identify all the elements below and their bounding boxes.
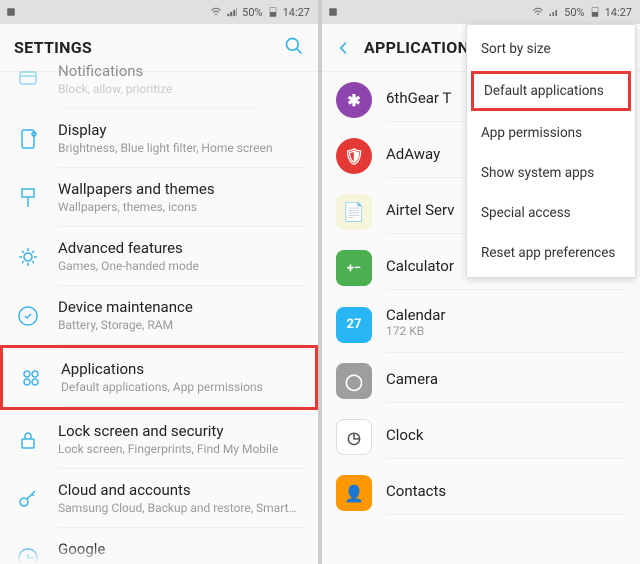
clock-text: 14:27 <box>605 6 632 19</box>
app-name: Calendar <box>386 306 626 324</box>
wifi-icon <box>210 6 222 18</box>
settings-row-wallpapers[interactable]: Wallpapers and themes Wallpapers, themes,… <box>0 168 318 227</box>
status-bar: 50% 14:27 <box>322 0 640 24</box>
menu-sort-by-size[interactable]: Sort by size <box>467 29 635 69</box>
lock-icon <box>16 428 40 452</box>
app-row-clock[interactable]: ◷ Clock <box>322 409 640 465</box>
menu-show-system-apps[interactable]: Show system apps <box>467 153 635 193</box>
app-icon: +− <box>336 250 372 286</box>
settings-row-advanced[interactable]: Advanced features Games, One-handed mode <box>0 227 318 286</box>
app-row-contacts[interactable]: 👤 Contacts <box>322 465 640 521</box>
row-sub: Brightness, Blue light filter, Home scre… <box>58 141 304 155</box>
row-sub: Battery, Storage, RAM <box>58 318 304 332</box>
app-name: Camera <box>386 370 626 388</box>
battery-text: 50% <box>242 6 262 19</box>
signal-icon <box>548 6 560 18</box>
row-sub: Games, One-handed mode <box>58 259 304 273</box>
settings-screen: 50% 14:27 SETTINGS NotificationsBlock, a… <box>0 0 318 564</box>
row-sub: Samsung Cloud, Backup and restore, Smart… <box>58 501 304 515</box>
battery-text: 50% <box>564 6 584 19</box>
row-title: Display <box>58 121 304 139</box>
settings-row-maintenance[interactable]: Device maintenance Battery, Storage, RAM <box>0 286 318 345</box>
applications-screen: 50% 14:27 APPLICATIONS ✱ 6thGear T 🛡 AdA… <box>322 0 640 564</box>
row-title: Cloud and accounts <box>58 481 304 499</box>
battery-icon <box>267 6 279 18</box>
app-icon: 👤 <box>336 475 372 511</box>
row-sub: Block, allow, prioritize <box>58 82 304 96</box>
settings-list[interactable]: Notifications Block, allow, prioritize Di… <box>0 50 318 564</box>
clock-text: 14:27 <box>283 6 310 19</box>
download-icon <box>341 7 351 17</box>
app-icon: ✱ <box>336 82 372 118</box>
apps-icon <box>19 366 43 390</box>
back-button[interactable] <box>336 40 352 56</box>
row-title: Wallpapers and themes <box>58 180 304 198</box>
app-icon: ◯ <box>336 363 372 399</box>
menu-default-applications[interactable]: Default applications <box>471 71 631 111</box>
app-row-calendar[interactable]: 27 Calendar172 KB <box>322 296 640 353</box>
row-title: Lock screen and security <box>58 422 304 440</box>
app-name: Clock <box>386 426 626 444</box>
advanced-icon <box>16 245 40 269</box>
row-sub: Default applications, App permissions <box>61 380 301 394</box>
display-icon <box>16 127 40 151</box>
overflow-menu: Sort by size Default applications App pe… <box>466 24 636 278</box>
settings-row-cloud[interactable]: Cloud and accounts Samsung Cloud, Backup … <box>0 469 318 528</box>
picture-icon <box>6 7 16 17</box>
app-name: Contacts <box>386 482 626 500</box>
chevron-left-icon <box>336 40 352 56</box>
settings-row-google[interactable]: Google Google settings <box>0 528 318 564</box>
settings-row-notifications[interactable]: Notifications Block, allow, prioritize <box>0 50 318 109</box>
menu-special-access[interactable]: Special access <box>467 193 635 233</box>
picture-icon <box>328 7 338 17</box>
settings-row-lockscreen[interactable]: Lock screen and security Lock screen, Fin… <box>0 410 318 469</box>
row-title: Applications <box>61 360 301 378</box>
google-icon <box>16 546 40 564</box>
row-sub: Wallpapers, themes, icons <box>58 200 304 214</box>
row-title: Notifications <box>58 62 304 80</box>
app-sub: 172 KB <box>386 324 626 338</box>
paintbrush-icon <box>16 186 40 210</box>
row-title: Device maintenance <box>58 298 304 316</box>
notifications-icon <box>16 68 40 92</box>
maintenance-icon <box>16 304 40 328</box>
row-title: Advanced features <box>58 239 304 257</box>
app-icon: 🛡 <box>336 138 372 174</box>
battery-icon <box>589 6 601 18</box>
wifi-icon <box>532 6 544 18</box>
menu-app-permissions[interactable]: App permissions <box>467 113 635 153</box>
settings-row-display[interactable]: Display Brightness, Blue light filter, Ho… <box>0 109 318 168</box>
app-icon: ◷ <box>336 419 372 455</box>
download-icon <box>19 7 29 17</box>
key-icon <box>16 487 40 511</box>
row-sub: Lock screen, Fingerprints, Find My Mobil… <box>58 442 304 456</box>
app-row-camera[interactable]: ◯ Camera <box>322 353 640 409</box>
row-title: Google <box>58 540 304 558</box>
menu-reset-app-preferences[interactable]: Reset app preferences <box>467 233 635 273</box>
app-icon: 27 <box>336 307 372 343</box>
status-bar: 50% 14:27 <box>0 0 318 24</box>
app-icon: 📄 <box>336 194 372 230</box>
settings-row-applications[interactable]: Applications Default applications, App pe… <box>0 345 318 410</box>
signal-icon <box>226 6 238 18</box>
row-sub: Google settings <box>58 560 304 564</box>
